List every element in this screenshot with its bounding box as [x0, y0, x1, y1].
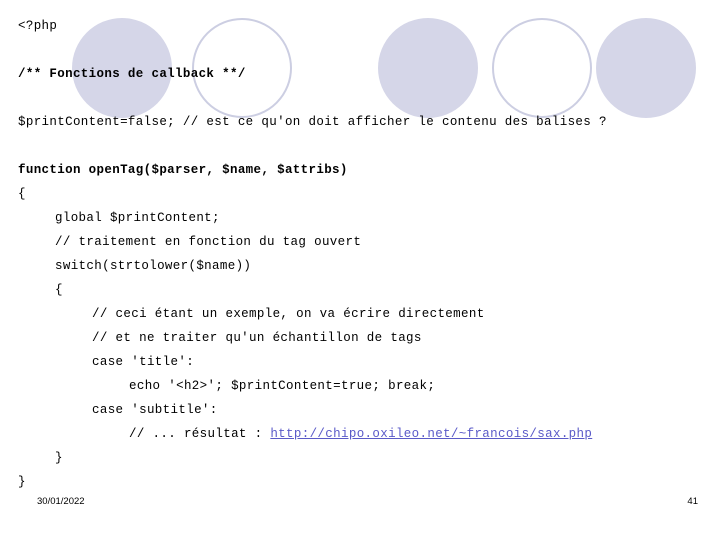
code-line [0, 86, 720, 110]
code-line-text: case 'title': [92, 355, 195, 369]
code-line-text: echo '<h2>'; $printContent=true; break; [129, 379, 436, 393]
code-line: { [0, 278, 720, 302]
code-line-text: case 'subtitle': [92, 403, 218, 417]
code-line-text: <?php [18, 19, 58, 33]
php-code-block: <?php /** Fonctions de callback **/ $pri… [0, 14, 720, 494]
code-line: function openTag($parser, $name, $attrib… [0, 158, 720, 182]
code-line: // ceci étant un exemple, on va écrire d… [0, 302, 720, 326]
slide-footer: 30/01/2022 41 [0, 496, 720, 510]
footer-page-number: 41 [687, 496, 698, 507]
code-line-text: { [55, 283, 63, 297]
code-line: // ... résultat : http://chipo.oxileo.ne… [0, 422, 720, 446]
code-line: case 'subtitle': [0, 398, 720, 422]
code-line: } [0, 446, 720, 470]
code-line-text: $printContent=false; // est ce qu'on doi… [18, 115, 607, 129]
slide-canvas: <?php /** Fonctions de callback **/ $pri… [0, 0, 720, 540]
code-line-text: // et ne traiter qu'un échantillon de ta… [92, 331, 422, 345]
result-url-link[interactable]: http://chipo.oxileo.net/~francois/sax.ph… [270, 427, 592, 441]
code-line-text: /** Fonctions de callback **/ [18, 67, 246, 81]
code-line [0, 134, 720, 158]
code-line-text: // ceci étant un exemple, on va écrire d… [92, 307, 485, 321]
footer-date: 30/01/2022 [37, 496, 85, 507]
code-line-text: // ... résultat : [129, 427, 271, 441]
code-line: /** Fonctions de callback **/ [0, 62, 720, 86]
code-line-text: function openTag($parser, $name, $attrib… [18, 163, 348, 177]
code-line-text: { [18, 187, 26, 201]
code-line: } [0, 470, 720, 494]
code-line-text: } [55, 451, 63, 465]
code-line-text: switch(strtolower($name)) [55, 259, 252, 273]
code-line: $printContent=false; // est ce qu'on doi… [0, 110, 720, 134]
code-line [0, 38, 720, 62]
code-line: case 'title': [0, 350, 720, 374]
code-line: switch(strtolower($name)) [0, 254, 720, 278]
code-line-text: global $printContent; [55, 211, 220, 225]
code-line: // et ne traiter qu'un échantillon de ta… [0, 326, 720, 350]
code-line: // traitement en fonction du tag ouvert [0, 230, 720, 254]
code-line-text: } [18, 475, 26, 489]
code-line: { [0, 182, 720, 206]
code-line: global $printContent; [0, 206, 720, 230]
code-line: echo '<h2>'; $printContent=true; break; [0, 374, 720, 398]
code-line-text: // traitement en fonction du tag ouvert [55, 235, 362, 249]
code-line: <?php [0, 14, 720, 38]
